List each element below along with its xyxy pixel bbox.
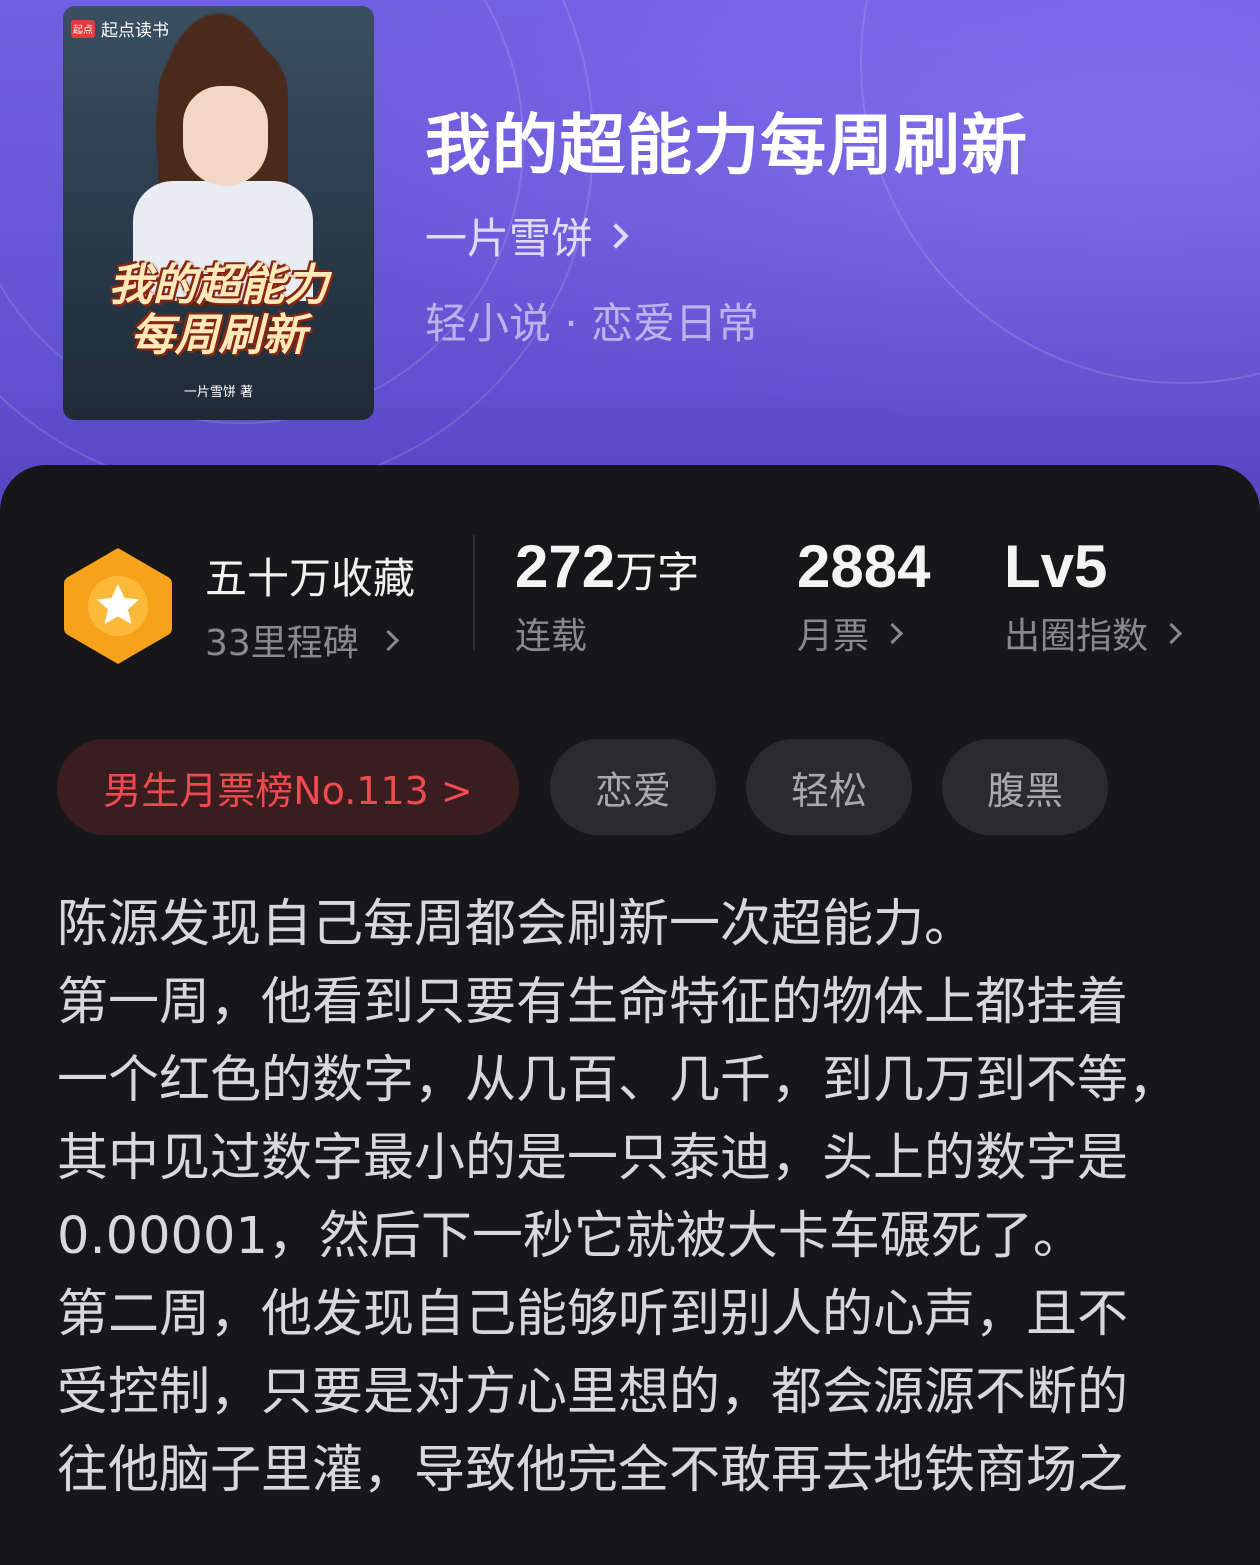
cover-brand: 起点 起点读书: [71, 16, 169, 41]
chevron-right-icon: [377, 629, 399, 651]
description-line: 其中见过数字最小的是一只泰迪，头上的数字是: [57, 1129, 1129, 1188]
popularity-stat[interactable]: Lv5 出圈指数: [1004, 532, 1183, 659]
book-title: 我的超能力每周刷新: [425, 106, 1028, 184]
description-line: 0.00001，然后下一秒它就被大卡车碾死了。: [57, 1207, 1084, 1266]
cover-illustration: [183, 86, 268, 186]
monthly-ticket-count: 2884: [797, 533, 931, 600]
monthly-ticket-stat[interactable]: 2884 月票: [797, 532, 930, 659]
description-line: 陈源发现自己每周都会刷新一次超能力。: [57, 895, 976, 954]
tag-chip[interactable]: 轻松: [746, 739, 912, 835]
chevron-right-icon: [881, 622, 904, 644]
description-line: 一个红色的数字，从几百、几千，到几万到不等，: [57, 1051, 1180, 1110]
cover-title-line: 每周刷新: [130, 310, 307, 361]
author-link[interactable]: 一片雪饼: [425, 205, 629, 266]
chevron-right-icon: [603, 222, 629, 249]
popularity-label-text: 出圈指数: [1004, 616, 1149, 657]
chevron-right-icon: [1160, 622, 1183, 644]
description-line: 第二周，他发现自己能够听到别人的心声，且不: [57, 1285, 1129, 1344]
author-name: 一片雪饼: [425, 214, 594, 263]
qidian-logo-icon: 起点: [71, 19, 95, 38]
description-line: 受控制，只要是对方心里想的，都会源源不断的: [57, 1363, 1129, 1422]
description-line: 往他脑子里灌，导致他完全不敢再去地铁商场之: [57, 1441, 1129, 1500]
word-count: 272万字: [515, 532, 699, 601]
milestone-sub: 33里程碑: [205, 614, 415, 666]
stat-divider: [473, 535, 475, 650]
decorative-ring: [860, 0, 1260, 384]
description-line: 第一周，他看到只要有生命特征的物体上都挂着: [57, 973, 1129, 1032]
monthly-ticket-label: 月票: [797, 607, 930, 659]
book-genre: 轻小说 · 恋爱日常: [425, 299, 760, 348]
serial-status: 连载: [515, 616, 588, 657]
milestone-stat[interactable]: 五十万收藏 33里程碑: [205, 545, 415, 666]
milestone-sub-text: 33里程碑: [205, 623, 359, 664]
book-description[interactable]: 陈源发现自己每周都会刷新一次超能力。 第一周，他看到只要有生命特征的物体上都挂着…: [57, 886, 1227, 1510]
milestone-title: 五十万收藏: [205, 554, 416, 603]
popularity-level: Lv5: [1004, 533, 1108, 600]
cover-author: 一片雪饼 著: [183, 385, 254, 400]
book-cover[interactable]: 起点 起点读书 我的超能力 每周刷新 一片雪饼 著: [63, 6, 374, 420]
word-count-value: 272: [515, 533, 616, 600]
cover-title: 我的超能力 每周刷新: [63, 261, 374, 361]
popularity-label: 出圈指数: [1004, 607, 1183, 659]
word-count-stat: 272万字 连载: [515, 532, 699, 659]
monthly-ticket-label-text: 月票: [797, 616, 870, 657]
monthly-rank-chip[interactable]: 男生月票榜No.113 >: [57, 739, 519, 835]
milestone-badge-icon[interactable]: [62, 545, 174, 667]
tag-chip[interactable]: 恋爱: [550, 739, 716, 835]
cover-title-line: 我的超能力: [108, 260, 329, 311]
cover-brand-text: 起点读书: [101, 21, 169, 41]
word-count-unit: 万字: [615, 548, 700, 597]
tag-chip[interactable]: 腹黑: [942, 739, 1108, 835]
